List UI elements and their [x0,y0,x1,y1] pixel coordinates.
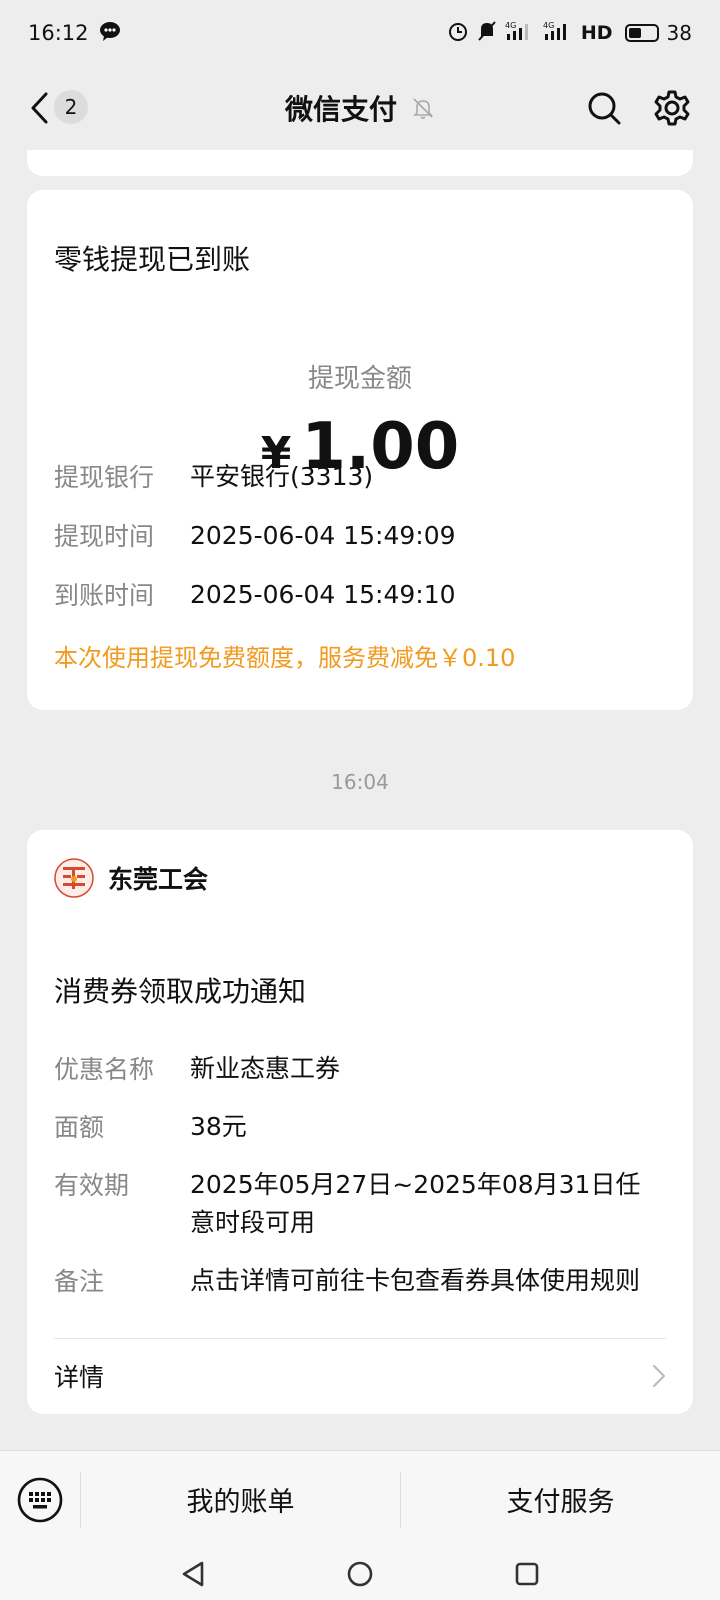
validity-line-1: 2025年05月27日~2025年08月31日任 [190,1170,641,1199]
hd-indicator: HD [580,22,613,44]
withdraw-notification-card[interactable]: 零钱提现已到账 提现金额 ¥ 1.00 提现银行 平安银行(3313) 提现时间… [27,190,693,710]
detail-row: 面额 38元 [54,1108,666,1146]
gear-icon [654,90,690,126]
menu-my-bill[interactable]: 我的账单 [81,1451,400,1549]
detail-row: 提现银行 平安银行(3313) [54,458,666,496]
union-logo-icon [54,858,94,898]
unread-count-badge[interactable]: 2 [54,90,88,124]
system-nav-bar [0,1548,720,1600]
chevron-left-icon [31,92,48,124]
signal-icon-1: 4G [505,20,535,47]
back-button[interactable] [26,88,54,128]
nav-recents-button[interactable] [505,1552,549,1596]
detail-key: 优惠名称 [54,1055,155,1084]
signal-icon-2: 4G [543,20,573,47]
nav-back-button[interactable] [171,1552,215,1596]
detail-key: 提现时间 [54,522,155,551]
withdraw-card-title: 零钱提现已到账 [54,243,251,276]
keyboard-toggle-button[interactable] [0,1451,80,1549]
mute-status-icon [477,20,497,47]
nav-home-button[interactable] [338,1552,382,1596]
chat-header: 2 微信支付 [0,66,720,150]
svg-text:4G: 4G [505,21,516,30]
bottom-menu-bar: 我的账单 支付服务 [0,1450,720,1548]
detail-key: 备注 [54,1267,105,1296]
chevron-right-icon [652,1364,666,1388]
chat-scroll-area[interactable]: 零钱提现已到账 提现金额 ¥ 1.00 提现银行 平安银行(3313) 提现时间… [0,150,720,1450]
detail-key: 面额 [54,1113,105,1142]
muted-bell-icon [413,98,433,119]
search-icon [588,92,621,125]
chat-bubble-icon [99,20,121,47]
details-label: 详情 [54,1363,105,1392]
keyboard-icon [17,1477,63,1522]
square-recents-icon [515,1562,538,1586]
page-title: 微信支付 [284,93,397,126]
detail-key: 到账时间 [54,581,155,610]
detail-value: 2025-06-04 15:49:10 [190,580,456,609]
status-bar: 16:12 4G 4G HD 38 [0,0,720,66]
org-header[interactable]: 东莞工会 [54,858,208,898]
menu-payment-service[interactable]: 支付服务 [401,1451,720,1549]
detail-row: 优惠名称 新业态惠工券 [54,1050,666,1088]
circle-home-icon [347,1561,373,1587]
status-time: 16:12 [28,21,89,45]
org-name: 东莞工会 [108,865,209,894]
detail-value: 2025年05月27日~2025年08月31日任 意时段可用 [190,1166,640,1242]
message-timestamp: 16:04 [331,770,389,794]
validity-line-2: 意时段可用 [190,1208,316,1237]
detail-row: 备注 点击详情可前往卡包查看券具体使用规则 [54,1262,666,1300]
previous-message-card[interactable] [27,150,693,176]
detail-key: 有效期 [54,1171,130,1200]
details-link[interactable]: 详情 [54,1338,666,1414]
triangle-back-icon [183,1561,204,1587]
detail-value: 平安银行(3313) [190,462,374,491]
detail-key: 提现银行 [54,463,155,492]
detail-value: 新业态惠工券 [190,1054,341,1083]
detail-value: 38元 [190,1112,247,1141]
settings-button[interactable] [652,88,692,128]
battery-icon [624,24,659,42]
voucher-card-title: 消费券领取成功通知 [54,975,307,1008]
detail-value: 2025-06-04 15:49:09 [190,521,456,550]
amount-label: 提现金额 [307,364,412,394]
alarm-icon [447,20,469,47]
detail-row: 到账时间 2025-06-04 15:49:10 [54,576,666,614]
voucher-notification-card[interactable]: 东莞工会 消费券领取成功通知 优惠名称 新业态惠工券 面额 38元 有效期 20… [27,830,693,1414]
detail-value: 点击详情可前往卡包查看券具体使用规则 [190,1266,641,1295]
battery-level: 38 [666,21,692,45]
search-button[interactable] [584,88,624,128]
fee-waiver-notice: 本次使用提现免费额度，服务费减免￥0.10 [54,644,516,672]
detail-row: 有效期 2025年05月27日~2025年08月31日任 意时段可用 [54,1166,666,1242]
detail-row: 提现时间 2025-06-04 15:49:09 [54,517,666,555]
svg-text:4G: 4G [543,21,554,30]
